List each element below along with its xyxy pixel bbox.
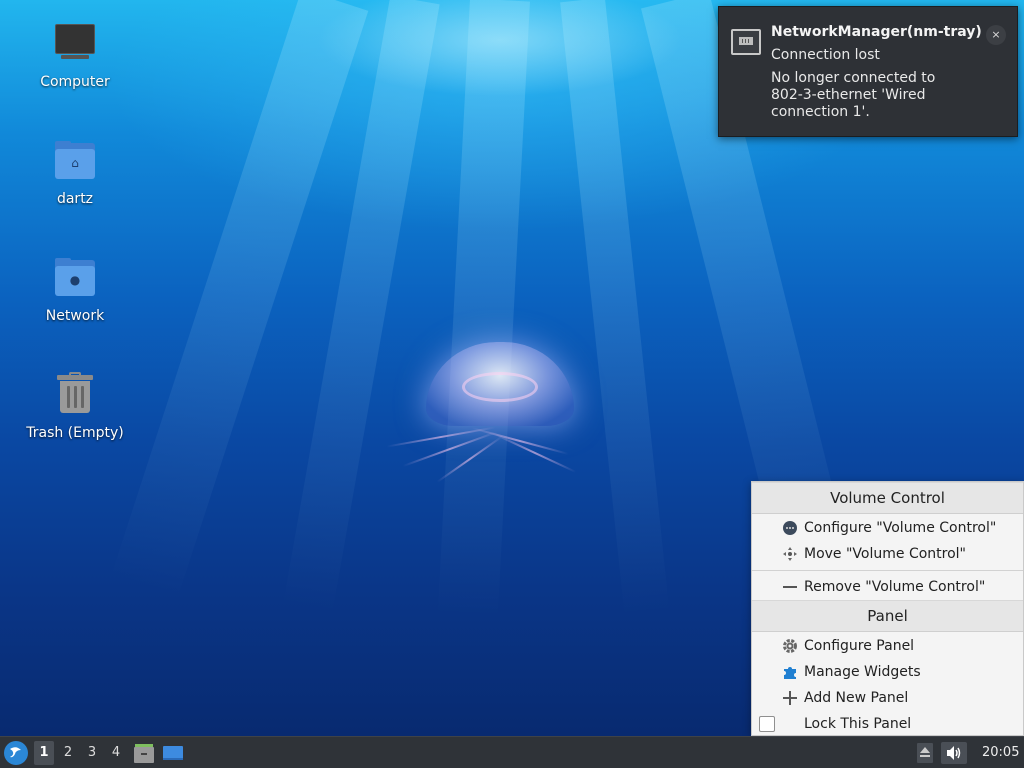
file-cabinet-icon — [134, 744, 154, 763]
start-menu-button[interactable] — [4, 741, 28, 765]
volume-control-button[interactable] — [941, 742, 967, 764]
workspace-2[interactable]: 2 — [58, 741, 78, 765]
show-desktop-button[interactable] — [161, 741, 185, 765]
clock[interactable]: 20:05 — [982, 737, 1019, 768]
notification-title: NetworkManager(nm-tray) — [771, 24, 982, 40]
panel-context-menu: Volume Control Configure "Volume Control… — [751, 481, 1024, 736]
desktop-icon-label: Computer — [40, 74, 110, 90]
desktop-icon-network[interactable]: ● Network — [20, 256, 130, 324]
menu-item-lock-panel[interactable]: Lock This Panel — [752, 711, 1023, 737]
lubuntu-logo-icon — [5, 742, 27, 764]
speaker-icon — [947, 746, 961, 760]
desktop-icon-home[interactable]: ⌂ dartz — [20, 139, 130, 207]
menu-separator — [752, 570, 1023, 571]
close-icon[interactable]: × — [986, 25, 1006, 45]
workspace-3[interactable]: 3 — [82, 741, 102, 765]
menu-item-manage-widgets[interactable]: Manage Widgets — [752, 659, 1023, 685]
gear-icon — [782, 638, 798, 654]
network-folder-icon: ● — [53, 256, 97, 300]
trash-icon — [53, 372, 97, 417]
home-folder-icon: ⌂ — [53, 139, 97, 183]
menu-item-move-widget[interactable]: Move "Volume Control" — [752, 541, 1023, 567]
desktop-icon-computer[interactable]: Computer — [20, 22, 130, 90]
menu-item-add-new-panel[interactable]: Add New Panel — [752, 685, 1023, 711]
menu-section-title-panel: Panel — [752, 600, 1023, 632]
workspace-1[interactable]: 1 — [34, 741, 54, 765]
desktop-icon-label: dartz — [56, 191, 94, 207]
menu-item-configure-panel[interactable]: Configure Panel — [752, 633, 1023, 659]
file-manager-launcher[interactable] — [132, 741, 156, 765]
computer-icon — [53, 22, 97, 66]
taskbar: 1 2 3 4 20:05 — [0, 736, 1024, 768]
menu-section-title-volume-control: Volume Control — [752, 482, 1023, 514]
remove-icon — [782, 579, 798, 595]
menu-item-configure-widget[interactable]: Configure "Volume Control" — [752, 515, 1023, 541]
desktop-icon — [163, 746, 183, 760]
notification-subtitle: Connection lost — [771, 47, 880, 63]
move-arrows-icon — [782, 546, 798, 562]
workspace-4[interactable]: 4 — [106, 741, 126, 765]
notification-body: No longer connected to 802-3-ethernet 'W… — [771, 70, 936, 120]
notification-popup[interactable]: NetworkManager(nm-tray) Connection lost … — [718, 6, 1018, 137]
ethernet-port-icon — [731, 29, 761, 55]
menu-item-remove-widget[interactable]: Remove "Volume Control" — [752, 574, 1023, 600]
lock-panel-checkbox[interactable] — [759, 716, 775, 732]
desktop-icon-label: Network — [45, 308, 105, 324]
puzzle-piece-icon — [782, 664, 798, 680]
desktop-icon-trash[interactable]: Trash (Empty) — [20, 372, 130, 441]
desktop-icon-label: Trash (Empty) — [26, 425, 124, 441]
configure-widget-icon — [782, 520, 798, 536]
eject-icon — [917, 743, 933, 763]
tray-updates-button[interactable] — [916, 742, 934, 764]
plus-icon — [782, 690, 798, 706]
